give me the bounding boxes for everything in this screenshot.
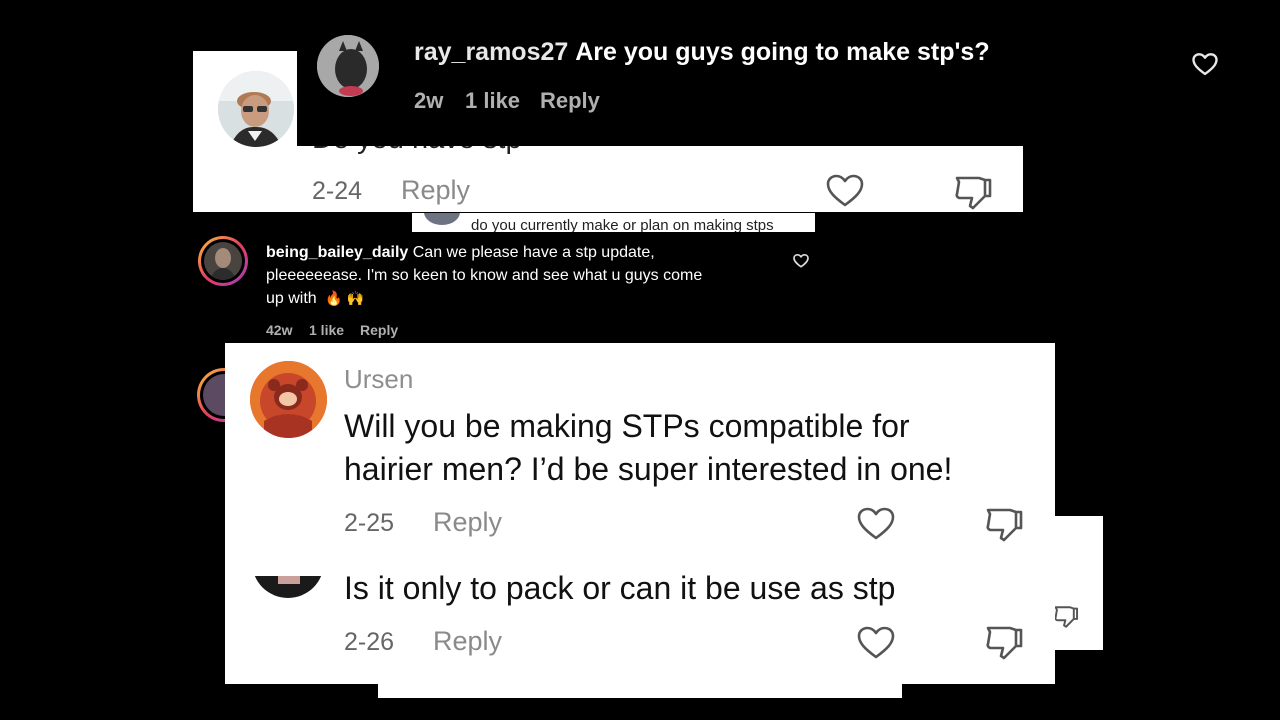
comment-text-bailey-2: pleeeeeease. I'm so keen to know and see… — [266, 267, 703, 284]
dislike-icon-ursen[interactable] — [984, 506, 1024, 544]
reply-button-bailey[interactable]: Reply — [360, 322, 398, 338]
comment-text-bailey-1: Can we please have a stp update, — [412, 244, 655, 261]
comment-time-bailey: 42w — [266, 322, 293, 338]
comment-text-partial: Do you have stp — [312, 146, 612, 160]
comment-date: 2-24 — [312, 177, 363, 205]
heart-icon[interactable] — [826, 174, 864, 208]
comment-text-ursen-1: Will you be making STPs compatible for — [344, 408, 910, 444]
dislike-icon-peek — [1053, 604, 1079, 630]
comment-strip: do you currently make or plan on making … — [412, 213, 815, 232]
comment-ray-line: ray_ramos27 Are you guys going to make s… — [414, 38, 990, 67]
comment-text-ursen-2: hairier men? I’d be super interested in … — [344, 451, 953, 487]
avatar-2-24[interactable] — [218, 71, 294, 147]
avatar-being-bailey-daily[interactable] — [198, 236, 248, 286]
reply-button-ray[interactable]: Reply — [540, 88, 600, 114]
username-being-bailey-daily[interactable]: being_bailey_daily — [266, 244, 408, 261]
comment-text-ray: Are you guys going to make stp's? — [575, 38, 990, 66]
dislike-icon[interactable] — [953, 174, 993, 212]
heart-icon-bailey[interactable] — [793, 254, 809, 268]
dislike-icon-pack[interactable] — [984, 624, 1024, 662]
comment-text-strip: do you currently make or plan on making … — [471, 217, 774, 232]
reply-button[interactable]: Reply — [401, 175, 470, 206]
like-count-bailey[interactable]: 1 like — [309, 322, 344, 338]
heart-icon-ray[interactable] — [1192, 53, 1218, 76]
reply-button-pack[interactable]: Reply — [433, 626, 502, 657]
username-ursen[interactable]: Ursen — [344, 364, 413, 395]
like-count-ray[interactable]: 1 like — [465, 88, 520, 114]
comment-bailey-line1: being_bailey_daily Can we please have a … — [266, 244, 655, 262]
reply-button-ursen[interactable]: Reply — [433, 507, 502, 538]
avatar-ray-ramos27[interactable] — [317, 35, 379, 97]
comment-bailey-line3: up with 🔥 🙌 — [266, 290, 364, 308]
comment-date-ursen: 2-25 — [344, 509, 395, 537]
emoji-fire-hands: 🔥 🙌 — [325, 290, 364, 306]
comment-text-bailey-3: up with — [266, 290, 317, 307]
heart-icon-pack[interactable] — [857, 626, 895, 660]
avatar-strip — [424, 213, 460, 225]
comment-date-pack: 2-26 — [344, 628, 395, 656]
heart-icon-ursen[interactable] — [857, 507, 895, 541]
comment-time-ray: 2w — [414, 88, 444, 113]
username-ray-ramos27[interactable]: ray_ramos27 — [414, 38, 568, 66]
avatar-ursen[interactable] — [250, 361, 327, 438]
comment-text-pack: Is it only to pack or can it be use as s… — [344, 570, 896, 606]
